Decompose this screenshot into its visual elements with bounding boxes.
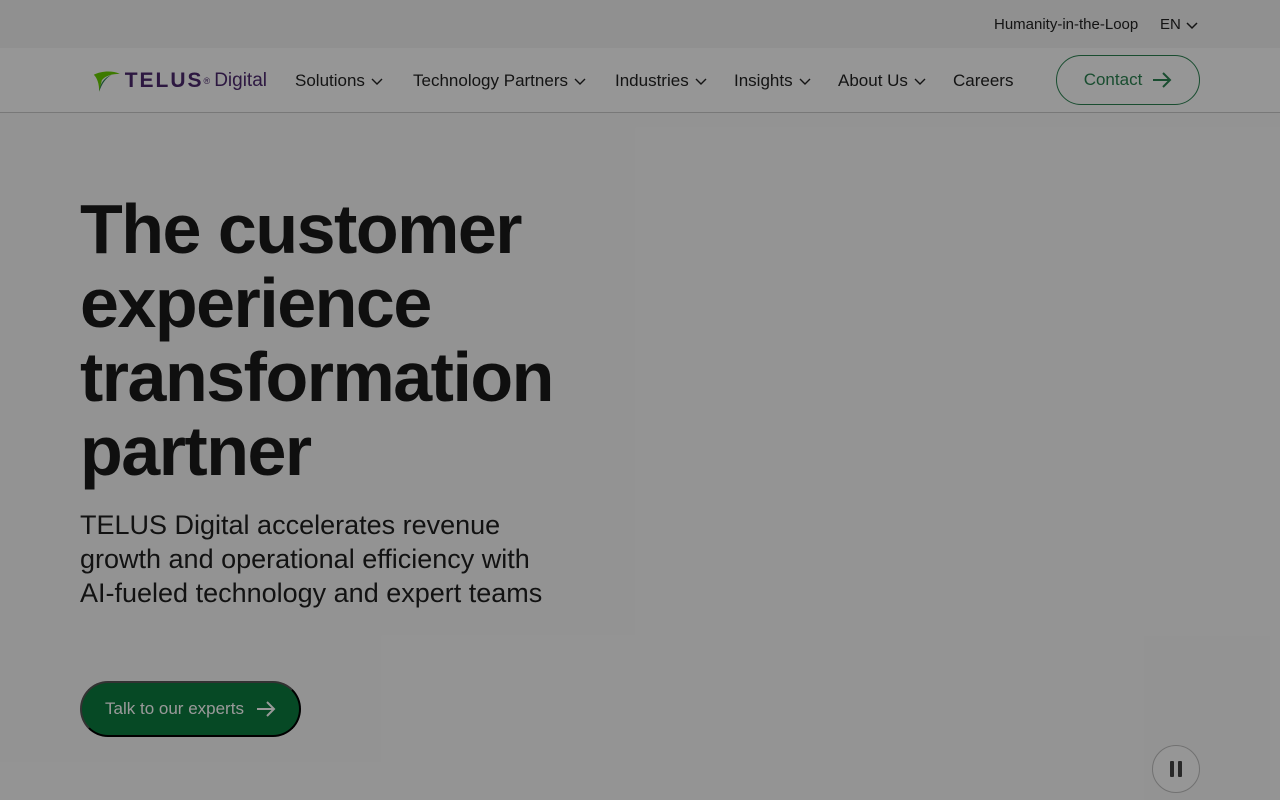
pause-icon	[1170, 761, 1174, 777]
language-label: EN	[1160, 16, 1181, 33]
pause-icon-bar	[1178, 761, 1182, 777]
pause-animation-button[interactable]	[1152, 745, 1200, 793]
hero-headline-emphasis: transformation	[80, 338, 554, 416]
logo-brand-text: TELUS	[124, 69, 204, 92]
talk-to-experts-button[interactable]: Talk to our experts	[80, 681, 301, 737]
nav-item-insights[interactable]: Insights	[734, 71, 812, 91]
hero-headline-line: partner	[80, 412, 312, 490]
nav-item-label: About Us	[838, 71, 908, 90]
chevron-down-icon	[695, 78, 707, 85]
nav-item-label: Technology Partners	[413, 71, 568, 90]
nav-item-label: Insights	[734, 71, 793, 90]
nav-item-careers[interactable]: Careers	[953, 71, 1013, 91]
hero-headline-line: The customer	[80, 190, 522, 268]
nav-item-technology-partners[interactable]: Technology Partners	[413, 71, 587, 91]
nav-item-industries[interactable]: Industries	[615, 71, 708, 91]
hero-subcopy: TELUS Digital accelerates revenue growth…	[80, 510, 543, 608]
logo-digital-text: Digital	[214, 70, 267, 91]
chevron-down-icon	[914, 78, 926, 85]
chevron-down-icon	[371, 78, 383, 85]
contact-label: Contact	[1083, 70, 1143, 89]
utility-bar: Humanity-in-the-Loop EN	[0, 0, 1280, 48]
contact-button[interactable]: Contact	[1056, 55, 1200, 105]
humanity-in-the-loop-link[interactable]: Humanity-in-the-Loop	[994, 16, 1138, 33]
nav-item-solutions[interactable]: Solutions	[295, 71, 384, 91]
leaf-logo-icon	[93, 71, 120, 92]
hero-headline-line: experience	[80, 264, 432, 342]
main-navigation: TELUS ® Digital Solutions Technology Par…	[0, 48, 1280, 113]
chevron-down-icon	[1186, 21, 1198, 29]
language-selector[interactable]: EN	[1160, 16, 1199, 33]
nav-item-label: Solutions	[295, 71, 365, 90]
nav-item-label: Careers	[953, 71, 1014, 90]
arrow-right-icon	[1153, 72, 1172, 88]
hero-headline: The customer experience transformation p…	[80, 190, 554, 490]
logo-registered-mark: ®	[203, 76, 211, 86]
telus-digital-logo[interactable]: TELUS ® Digital	[92, 65, 267, 97]
cta-label: Talk to our experts	[105, 699, 244, 718]
nav-item-label: Industries	[615, 71, 689, 90]
chevron-down-icon	[574, 78, 586, 85]
chevron-down-icon	[799, 78, 811, 85]
nav-item-about-us[interactable]: About Us	[838, 71, 927, 91]
arrow-right-icon	[256, 701, 276, 717]
